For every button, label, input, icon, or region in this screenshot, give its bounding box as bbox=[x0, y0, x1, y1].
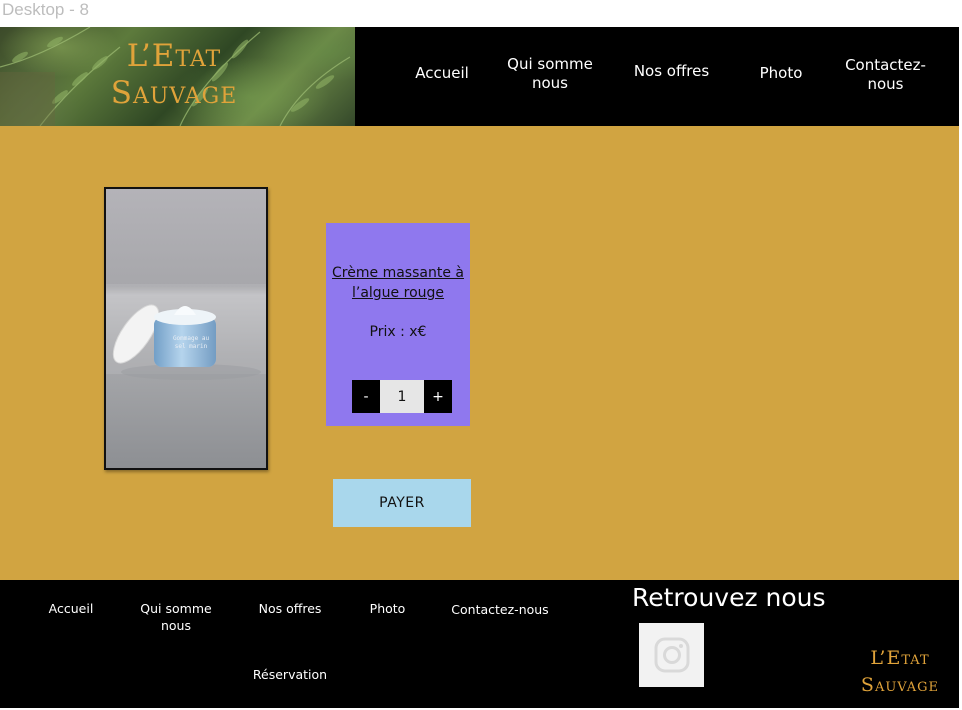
site-header: L’Etat Sauvage Accueil Qui somme nous No… bbox=[0, 27, 959, 126]
footer-nav-nos-offres[interactable]: Nos offres bbox=[250, 600, 330, 617]
site-footer: Accueil Qui somme nous Nos offres Photo … bbox=[0, 580, 959, 708]
quantity-decrement-button[interactable]: - bbox=[352, 380, 380, 413]
product-image[interactable]: Gommage au sel marin bbox=[104, 187, 268, 470]
brand-logo[interactable]: L’Etat Sauvage bbox=[104, 41, 244, 109]
nav-qui-somme-nous[interactable]: Qui somme nous bbox=[500, 55, 600, 93]
pay-button[interactable]: PAYER bbox=[333, 479, 471, 527]
footer-nav-accueil[interactable]: Accueil bbox=[36, 600, 106, 617]
footer-brand-line-2: Sauvage bbox=[860, 674, 940, 696]
nav-contactez-nous[interactable]: Contactez-nous bbox=[838, 56, 933, 94]
brand-line-1: L’Etat bbox=[126, 38, 222, 74]
brand-line-2: Sauvage bbox=[110, 75, 238, 111]
nav-photo[interactable]: Photo bbox=[750, 64, 812, 83]
footer-brand-line-1: L’Etat bbox=[870, 647, 930, 669]
nav-nos-offres[interactable]: Nos offres bbox=[624, 62, 719, 81]
hero-fern-image: L’Etat Sauvage bbox=[0, 27, 355, 126]
instagram-icon[interactable] bbox=[639, 623, 704, 687]
footer-nav-reservation[interactable]: Réservation bbox=[245, 666, 335, 683]
cream-jar-illustration bbox=[106, 284, 266, 380]
quantity-stepper: - 1 + bbox=[352, 380, 452, 413]
quantity-value[interactable]: 1 bbox=[380, 380, 424, 413]
page: L’Etat Sauvage Accueil Qui somme nous No… bbox=[0, 27, 959, 708]
footer-nav-photo[interactable]: Photo bbox=[360, 600, 415, 617]
product-price: Prix : x€ bbox=[369, 324, 427, 340]
footer-nav-qui-somme-nous[interactable]: Qui somme nous bbox=[131, 600, 221, 634]
footer-nav-contactez-nous[interactable]: Contactez-nous bbox=[445, 601, 555, 618]
nav-accueil[interactable]: Accueil bbox=[407, 64, 477, 83]
quantity-increment-button[interactable]: + bbox=[424, 380, 452, 413]
frame-title: Desktop - 8 bbox=[2, 0, 89, 19]
footer-brand-logo[interactable]: L’Etat Sauvage bbox=[855, 649, 945, 695]
find-us-heading: Retrouvez nous bbox=[632, 583, 826, 612]
product-name-link[interactable]: Crème massante à l’algue rouge bbox=[326, 263, 470, 303]
product-info-card: Crème massante à l’algue rouge Prix : x€… bbox=[326, 223, 470, 426]
jar-label: Gommage au sel marin bbox=[172, 335, 210, 350]
